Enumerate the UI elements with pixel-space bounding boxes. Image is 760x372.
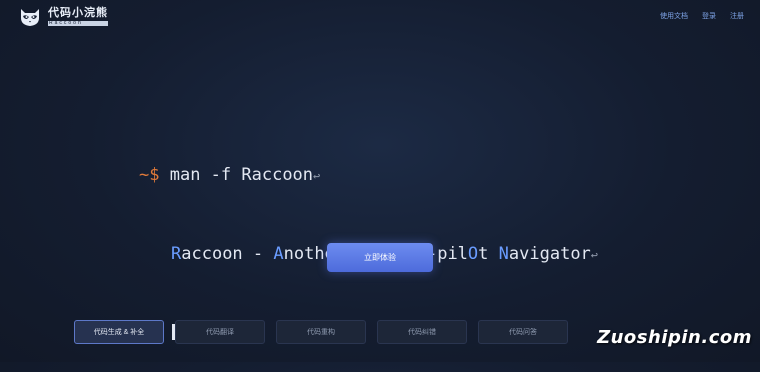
tab-code-translation[interactable]: 代码翻译: [175, 320, 265, 344]
nav-login-link[interactable]: 登录: [702, 11, 716, 21]
output-text: t: [478, 244, 499, 264]
enter-symbol-icon: ↩: [590, 248, 599, 262]
output-text: -pil: [426, 244, 468, 264]
terminal-prompt: ~$: [139, 165, 160, 185]
output-text: accoon -: [181, 244, 274, 264]
terminal-line-command: ~$ man -f Raccoon↩: [139, 162, 598, 189]
tab-code-qa[interactable]: 代码问答: [478, 320, 568, 344]
logo[interactable]: 代码小浣熊 Raccoon: [18, 6, 108, 28]
nav-register-link[interactable]: 注册: [730, 11, 744, 21]
tab-code-refactor[interactable]: 代码重构: [276, 320, 366, 344]
feature-tabs: 代码生成 & 补全 代码翻译 代码重构 代码纠错 代码问答: [74, 320, 568, 344]
tab-code-generation[interactable]: 代码生成 & 补全: [74, 320, 164, 344]
tab-code-debug[interactable]: 代码纠错: [377, 320, 467, 344]
acronym-letter: O: [467, 244, 479, 264]
logo-title: 代码小浣熊: [48, 7, 108, 19]
enter-symbol-icon: ↩: [313, 169, 321, 183]
watermark: Zuoshipin.com: [597, 327, 752, 348]
top-bar: 代码小浣熊 Raccoon 使用文档 登录 注册: [0, 0, 760, 34]
try-now-button[interactable]: 立即体验: [327, 243, 433, 272]
logo-subtitle: Raccoon: [48, 21, 108, 26]
nav-docs-link[interactable]: 使用文档: [660, 11, 688, 21]
terminal-command: man -f Raccoon: [169, 165, 314, 185]
acronym-letter: N: [498, 244, 509, 264]
output-text: avigator: [508, 244, 591, 264]
acronym-letter: A: [273, 244, 284, 264]
raccoon-logo-icon: [21, 9, 39, 26]
acronym-letter: R: [171, 244, 182, 264]
top-nav: 使用文档 登录 注册: [660, 11, 744, 21]
